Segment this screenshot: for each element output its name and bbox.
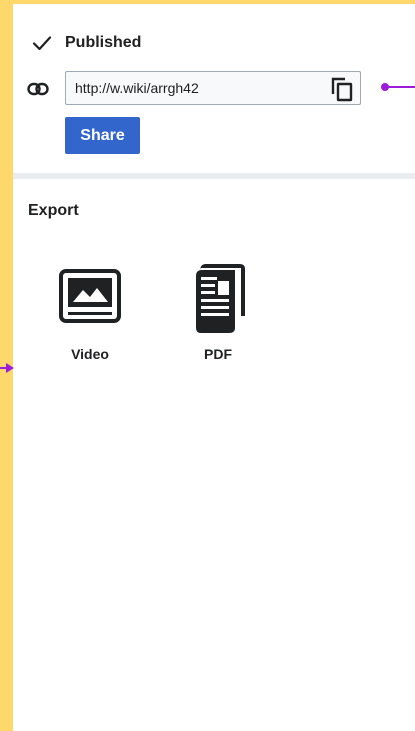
link-icon (27, 82, 49, 96)
check-icon (31, 32, 53, 54)
export-video-label: Video (71, 346, 109, 362)
share-button[interactable]: Share (65, 117, 140, 154)
share-url-text[interactable]: http://w.wiki/arrgh42 (75, 80, 199, 96)
export-pdf-button[interactable]: PDF (173, 264, 263, 374)
annotation-line (388, 86, 415, 88)
share-url-field[interactable]: http://w.wiki/arrgh42 (65, 71, 361, 105)
annotation-dot (381, 83, 389, 91)
publish-panel: Published http://w.wiki/arrgh42 Share Ex… (13, 4, 415, 731)
section-divider (13, 173, 415, 179)
publish-section: Published http://w.wiki/arrgh42 Share (13, 4, 415, 173)
annotation-arrowhead (6, 363, 14, 373)
pdf-icon (173, 264, 263, 339)
export-pdf-label: PDF (204, 346, 232, 362)
export-title: Export (28, 202, 79, 219)
published-status: Published (31, 32, 141, 54)
published-label: Published (65, 34, 142, 51)
copy-icon[interactable] (330, 76, 354, 102)
export-video-button[interactable]: Video (45, 264, 135, 374)
video-icon (45, 264, 135, 339)
